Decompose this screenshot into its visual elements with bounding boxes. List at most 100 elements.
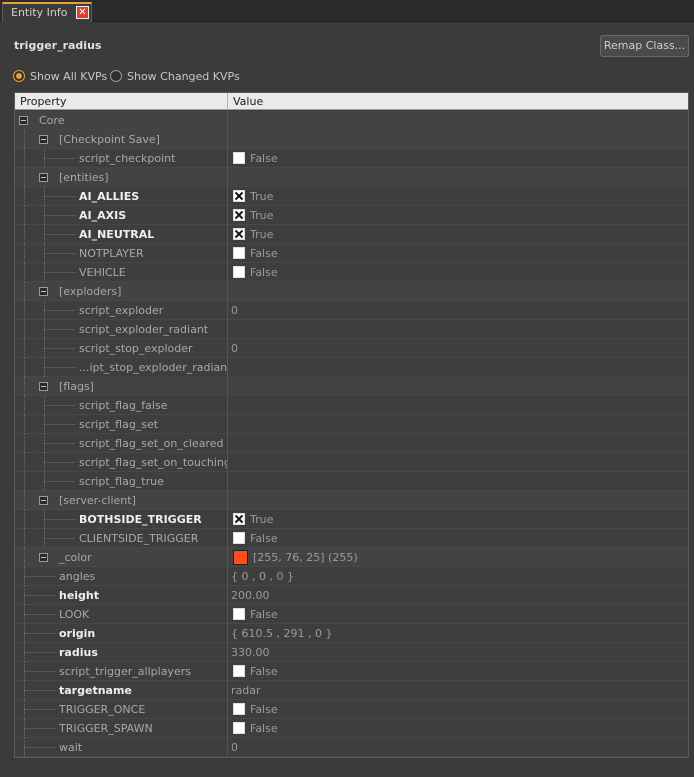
tab-entity-info[interactable]: Entity Info ✕: [2, 2, 92, 22]
value-cell[interactable]: [228, 415, 688, 434]
property-row[interactable]: script_exploder_radiant: [15, 320, 688, 339]
remap-class-button[interactable]: Remap Class...: [600, 35, 689, 57]
value-cell[interactable]: True: [228, 510, 688, 529]
checkbox-unchecked[interactable]: [233, 532, 245, 544]
value-cell[interactable]: 330.00: [228, 643, 688, 662]
value-cell[interactable]: False: [228, 244, 688, 263]
value-text[interactable]: 0: [231, 741, 238, 754]
category-row[interactable]: [entities]: [15, 168, 688, 187]
checkbox-checked[interactable]: [233, 190, 245, 202]
property-row[interactable]: script_flag_set_on_cleared: [15, 434, 688, 453]
property-cell: TRIGGER_SPAWN: [15, 719, 228, 738]
property-row[interactable]: script_flag_true: [15, 472, 688, 491]
category-row[interactable]: [flags]: [15, 377, 688, 396]
filter-show-all[interactable]: Show All KVPs: [13, 69, 107, 83]
value-cell[interactable]: [228, 434, 688, 453]
property-row[interactable]: radius 330.00: [15, 643, 688, 662]
value-cell[interactable]: True: [228, 206, 688, 225]
value-text[interactable]: { 0 , 0 , 0 }: [231, 570, 294, 583]
property-row[interactable]: script_trigger_allplayers False: [15, 662, 688, 681]
value-cell[interactable]: [228, 320, 688, 339]
checkbox-checked[interactable]: [233, 228, 245, 240]
checkbox-unchecked[interactable]: [233, 152, 245, 164]
property-row[interactable]: script_exploder 0: [15, 301, 688, 320]
value-cell[interactable]: { 610.5 , 291 , 0 }: [228, 624, 688, 643]
property-row[interactable]: BOTHSIDE_TRIGGER True: [15, 510, 688, 529]
checkbox-checked[interactable]: [233, 209, 245, 221]
value-text[interactable]: 200.00: [231, 589, 270, 602]
value-text[interactable]: 0: [231, 304, 238, 317]
category-row[interactable]: Core: [15, 111, 688, 130]
property-row[interactable]: script_flag_set_on_touching: [15, 453, 688, 472]
checkbox-unchecked[interactable]: [233, 665, 245, 677]
value-cell[interactable]: False: [228, 662, 688, 681]
property-row[interactable]: LOOK False: [15, 605, 688, 624]
column-header-value[interactable]: Value: [228, 93, 688, 110]
value-text[interactable]: { 610.5 , 291 , 0 }: [231, 627, 332, 640]
category-row[interactable]: _color [255, 76, 25] (255): [15, 548, 688, 567]
checkbox-unchecked[interactable]: [233, 608, 245, 620]
checkbox-checked[interactable]: [233, 513, 245, 525]
property-row[interactable]: script_flag_set: [15, 415, 688, 434]
category-row[interactable]: [Checkpoint Save]: [15, 130, 688, 149]
checkbox-unchecked[interactable]: [233, 247, 245, 259]
property-row[interactable]: targetname radar: [15, 681, 688, 700]
value-cell[interactable]: radar: [228, 681, 688, 700]
collapse-icon[interactable]: [39, 287, 48, 296]
value-cell[interactable]: 0: [228, 738, 688, 757]
property-row[interactable]: script_checkpoint False: [15, 149, 688, 168]
value-cell[interactable]: False: [228, 605, 688, 624]
value-cell[interactable]: 0: [228, 339, 688, 358]
property-row[interactable]: TRIGGER_SPAWN False: [15, 719, 688, 738]
value-cell[interactable]: False: [228, 700, 688, 719]
value-cell[interactable]: True: [228, 225, 688, 244]
value-cell[interactable]: False: [228, 263, 688, 282]
collapse-icon[interactable]: [39, 553, 48, 562]
collapse-icon[interactable]: [19, 116, 28, 125]
checkbox-unchecked[interactable]: [233, 703, 245, 715]
property-row[interactable]: NOTPLAYER False: [15, 244, 688, 263]
close-icon[interactable]: ✕: [76, 6, 89, 19]
value-cell[interactable]: False: [228, 149, 688, 168]
value-text[interactable]: 0: [231, 342, 238, 355]
value-cell[interactable]: False: [228, 529, 688, 548]
column-header-property[interactable]: Property: [15, 93, 228, 110]
property-row[interactable]: origin { 610.5 , 291 , 0 }: [15, 624, 688, 643]
radio-show-all[interactable]: [13, 70, 25, 82]
collapse-icon[interactable]: [39, 382, 48, 391]
property-row[interactable]: AI_AXIS True: [15, 206, 688, 225]
property-row[interactable]: AI_ALLIES True: [15, 187, 688, 206]
value-cell[interactable]: [228, 453, 688, 472]
value-cell[interactable]: [228, 472, 688, 491]
checkbox-unchecked[interactable]: [233, 266, 245, 278]
color-swatch[interactable]: [233, 550, 248, 565]
value-cell[interactable]: 200.00: [228, 586, 688, 605]
checkbox-unchecked[interactable]: [233, 722, 245, 734]
property-row[interactable]: script_flag_false: [15, 396, 688, 415]
property-row[interactable]: script_stop_exploder 0: [15, 339, 688, 358]
collapse-icon[interactable]: [39, 135, 48, 144]
property-row[interactable]: wait 0: [15, 738, 688, 757]
property-row[interactable]: VEHICLE False: [15, 263, 688, 282]
property-row[interactable]: AI_NEUTRAL True: [15, 225, 688, 244]
value-cell[interactable]: 0: [228, 301, 688, 320]
category-row[interactable]: [server-client]: [15, 491, 688, 510]
radio-show-changed[interactable]: [110, 70, 122, 82]
value-cell[interactable]: False: [228, 719, 688, 738]
value-cell[interactable]: True: [228, 187, 688, 206]
filter-show-changed[interactable]: Show Changed KVPs: [110, 69, 240, 83]
collapse-icon[interactable]: [39, 173, 48, 182]
value-text[interactable]: radar: [231, 684, 261, 697]
value-cell[interactable]: [255, 76, 25] (255): [228, 548, 688, 567]
value-cell[interactable]: [228, 358, 688, 377]
property-row[interactable]: TRIGGER_ONCE False: [15, 700, 688, 719]
value-text[interactable]: 330.00: [231, 646, 270, 659]
property-row[interactable]: height 200.00: [15, 586, 688, 605]
category-row[interactable]: [exploders]: [15, 282, 688, 301]
value-cell[interactable]: [228, 396, 688, 415]
property-row[interactable]: CLIENTSIDE_TRIGGER False: [15, 529, 688, 548]
value-cell[interactable]: { 0 , 0 , 0 }: [228, 567, 688, 586]
property-row[interactable]: angles { 0 , 0 , 0 }: [15, 567, 688, 586]
collapse-icon[interactable]: [39, 496, 48, 505]
property-row[interactable]: ...ipt_stop_exploder_radiant: [15, 358, 688, 377]
